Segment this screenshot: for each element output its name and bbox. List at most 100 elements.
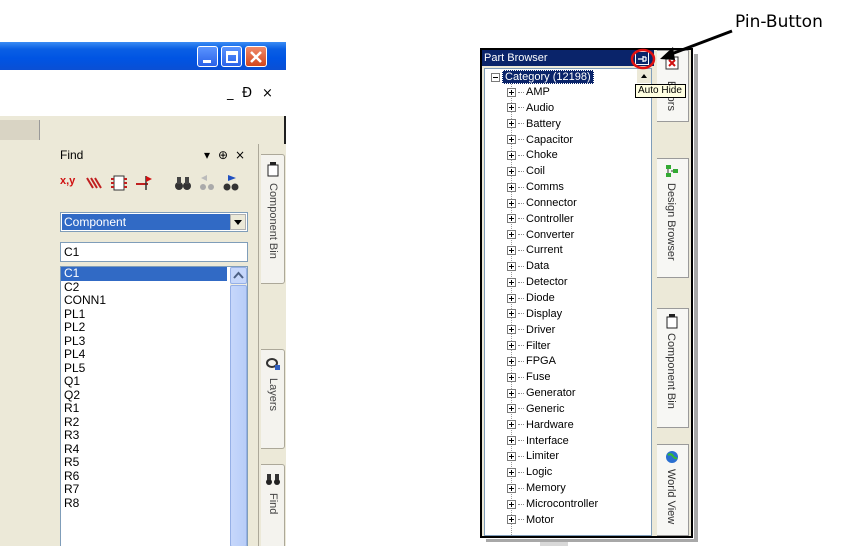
tree-category-node[interactable]: Capacitor	[507, 133, 598, 149]
window-title-bar[interactable]	[0, 42, 286, 70]
result-list-item[interactable]: R8	[61, 496, 247, 511]
expand-icon[interactable]	[507, 214, 516, 224]
result-list-item[interactable]: R3	[61, 429, 247, 443]
tree-category-node[interactable]: Display	[507, 307, 598, 323]
combo-dropdown-button[interactable]	[230, 214, 246, 230]
results-scrollbar[interactable]	[230, 267, 247, 546]
tab-world-view[interactable]: World View	[657, 444, 689, 536]
expand-icon[interactable]	[507, 230, 516, 240]
result-list-item[interactable]: R6	[61, 469, 247, 484]
tree-category-node[interactable]: Choke	[507, 148, 598, 164]
scroll-up-button[interactable]	[230, 267, 247, 284]
tree-category-node[interactable]: Current	[507, 243, 598, 259]
tree-category-node[interactable]: Driver	[507, 323, 598, 339]
toolbar-strip-fragment[interactable]	[0, 120, 40, 140]
expand-icon[interactable]	[507, 293, 516, 303]
find-binoculars-button[interactable]	[172, 172, 194, 194]
tree-category-node[interactable]: Motor	[507, 513, 598, 529]
tree-category-node[interactable]: AMP	[507, 85, 598, 101]
scroll-thumb[interactable]	[230, 285, 247, 546]
find-previous-button[interactable]	[196, 172, 218, 194]
tree-category-node[interactable]: Fuse	[507, 370, 598, 386]
find-next-button[interactable]	[220, 172, 242, 194]
expand-icon[interactable]	[507, 198, 516, 208]
mdi-restore-button[interactable]: Ɖ	[242, 86, 252, 101]
result-list-item[interactable]: PL5	[61, 361, 247, 376]
expand-icon[interactable]	[507, 309, 516, 319]
expand-icon[interactable]	[507, 341, 516, 351]
tree-category-node[interactable]: FPGA	[507, 354, 598, 370]
result-list-item[interactable]: R1	[61, 402, 247, 416]
expand-icon[interactable]	[507, 103, 516, 113]
find-net-button[interactable]	[84, 172, 106, 194]
close-window-button[interactable]	[245, 46, 267, 67]
result-list-item[interactable]: PL3	[61, 334, 247, 349]
expand-icon[interactable]	[507, 182, 516, 192]
tree-category-node[interactable]: Converter	[507, 228, 598, 244]
expand-icon[interactable]	[507, 150, 516, 160]
pane-pin-button[interactable]: ⊕	[218, 148, 228, 162]
tree-category-node[interactable]: Detector	[507, 275, 598, 291]
tree-category-node[interactable]: Generator	[507, 386, 598, 402]
result-list-item[interactable]: Q1	[61, 375, 247, 389]
tree-category-node[interactable]: Diode	[507, 291, 598, 307]
pane-close-button[interactable]: ×	[235, 148, 245, 162]
expand-icon[interactable]	[507, 325, 516, 335]
expand-icon[interactable]	[507, 515, 516, 525]
expand-icon[interactable]	[507, 420, 516, 430]
tree-category-node[interactable]: Interface	[507, 434, 598, 450]
expand-icon[interactable]	[507, 277, 516, 287]
tree-category-node[interactable]: Logic	[507, 465, 598, 481]
tab-component-bin[interactable]: Component Bin	[657, 308, 689, 428]
find-component-button[interactable]	[108, 172, 130, 194]
expand-icon[interactable]	[507, 499, 516, 509]
pane-menu-button[interactable]: ▾	[204, 148, 210, 162]
tree-category-node[interactable]: Filter	[507, 339, 598, 355]
maximize-button[interactable]	[221, 46, 242, 67]
expand-icon[interactable]	[507, 372, 516, 382]
xy-coordinate-button[interactable]: x,y	[60, 172, 84, 194]
tree-category-node[interactable]: Limiter	[507, 449, 598, 465]
tree-category-node[interactable]: Connector	[507, 196, 598, 212]
mdi-minimize-button[interactable]: _	[227, 86, 234, 101]
tree-category-node[interactable]: Battery	[507, 117, 598, 133]
expand-icon[interactable]	[507, 404, 516, 414]
expand-icon[interactable]	[507, 261, 516, 271]
result-list-item[interactable]: R7	[61, 483, 247, 497]
result-list-item[interactable]: C2	[61, 280, 247, 295]
minimize-button[interactable]	[197, 46, 218, 67]
tree-category-node[interactable]: Microcontroller	[507, 497, 598, 513]
expand-icon[interactable]	[507, 388, 516, 398]
expand-icon[interactable]	[507, 452, 516, 461]
collapse-icon[interactable]	[491, 72, 500, 82]
find-search-input[interactable]: C1	[60, 242, 248, 262]
tree-category-node[interactable]: Coil	[507, 164, 598, 180]
expand-icon[interactable]	[507, 135, 516, 145]
expand-icon[interactable]	[507, 356, 516, 366]
tree-category-node[interactable]: Audio	[507, 101, 598, 117]
result-list-item[interactable]: R2	[61, 415, 247, 430]
result-list-item[interactable]: CONN1	[61, 294, 247, 308]
tree-category-node[interactable]: Generic	[507, 402, 598, 418]
tab-find[interactable]: Find	[261, 464, 285, 546]
result-list-item[interactable]: PL1	[61, 307, 247, 322]
find-results-list[interactable]: C1 C2 CONN1 PL1 PL2 PL3 PL4 PL5 Q1 Q2 R1 R2 R3 R4 R5 R6…	[60, 266, 248, 546]
tree-category-node[interactable]: Data	[507, 259, 598, 275]
result-list-item[interactable]: R4	[61, 442, 247, 457]
result-list-item[interactable]: Q2	[61, 388, 247, 403]
tab-component-bin[interactable]: Component Bin	[261, 154, 285, 284]
tab-layers[interactable]: Layers	[261, 349, 285, 449]
result-list-item[interactable]: C1	[61, 267, 227, 281]
expand-icon[interactable]	[507, 436, 516, 446]
tree-category-node[interactable]: Memory	[507, 481, 598, 497]
find-type-combo[interactable]: Component	[60, 212, 248, 232]
category-tree[interactable]: Category (12198) AMP Audio Battery Capacito…	[484, 68, 652, 536]
expand-icon[interactable]	[507, 246, 516, 256]
result-list-item[interactable]: PL2	[61, 321, 247, 335]
expand-icon[interactable]	[507, 467, 516, 477]
tab-design-browser[interactable]: Design Browser	[657, 158, 689, 278]
mdi-close-button[interactable]: ×	[262, 86, 273, 101]
result-list-item[interactable]: R5	[61, 456, 247, 470]
tree-category-node[interactable]: Hardware	[507, 418, 598, 434]
expand-icon[interactable]	[507, 483, 516, 493]
